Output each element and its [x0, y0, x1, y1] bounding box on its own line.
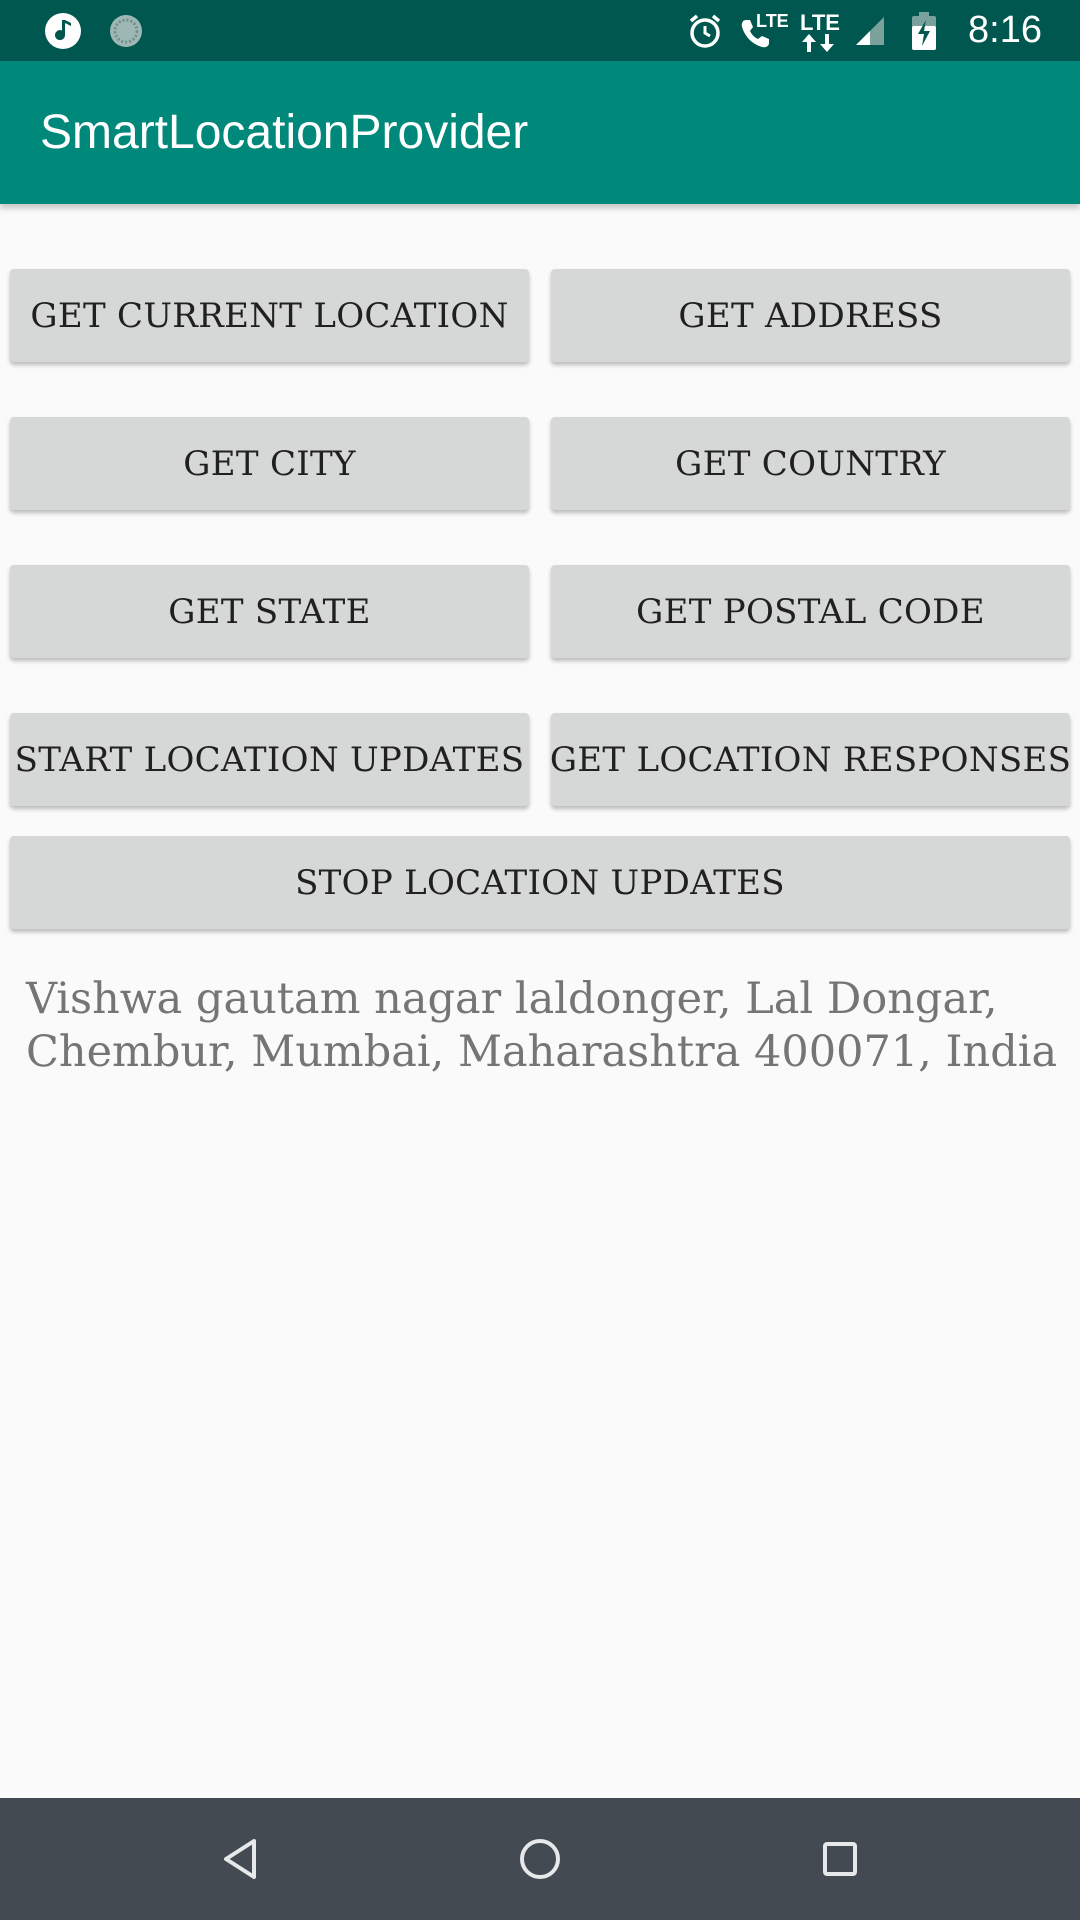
navigation-bar [0, 1798, 1080, 1920]
sync-circle-icon [108, 13, 144, 49]
volte-call-icon: LTE [738, 11, 789, 51]
lte-data-icon: LTE [798, 10, 840, 52]
status-left-icons [44, 0, 144, 61]
call-lte-label: LTE [756, 10, 789, 31]
signal-icon [854, 15, 886, 47]
home-icon[interactable] [510, 1829, 570, 1889]
screen: LTE LTE 8:16 SmartLocationProvider GET C… [0, 0, 1080, 1920]
status-time: 8:16 [968, 9, 1042, 51]
location-result-text: Vishwa gautam nagar laldonger, Lal Donga… [26, 974, 1058, 1077]
stop-location-updates-button[interactable]: STOP LOCATION UPDATES [10, 836, 1070, 929]
get-country-button[interactable]: GET COUNTRY [551, 417, 1070, 510]
back-icon[interactable] [210, 1829, 270, 1889]
get-current-location-button[interactable]: GET CURRENT LOCATION [10, 269, 529, 362]
alarm-icon [686, 12, 724, 50]
get-location-responses-button[interactable]: GET LOCATION RESPONSES [551, 713, 1070, 806]
status-bar: LTE LTE 8:16 [0, 0, 1080, 61]
start-location-updates-button[interactable]: START LOCATION UPDATES [10, 713, 529, 806]
status-right-icons: LTE LTE 8:16 [686, 0, 1042, 61]
recents-icon[interactable] [810, 1829, 870, 1889]
get-postal-code-button[interactable]: GET POSTAL CODE [551, 565, 1070, 658]
get-address-button[interactable]: GET ADDRESS [551, 269, 1070, 362]
app-bar: SmartLocationProvider [0, 61, 1080, 204]
app-title: SmartLocationProvider [40, 106, 529, 159]
data-lte-label: LTE [800, 9, 840, 35]
get-state-button[interactable]: GET STATE [10, 565, 529, 658]
get-city-button[interactable]: GET CITY [10, 417, 529, 510]
battery-charging-icon [912, 11, 937, 50]
music-note-icon [44, 12, 82, 50]
